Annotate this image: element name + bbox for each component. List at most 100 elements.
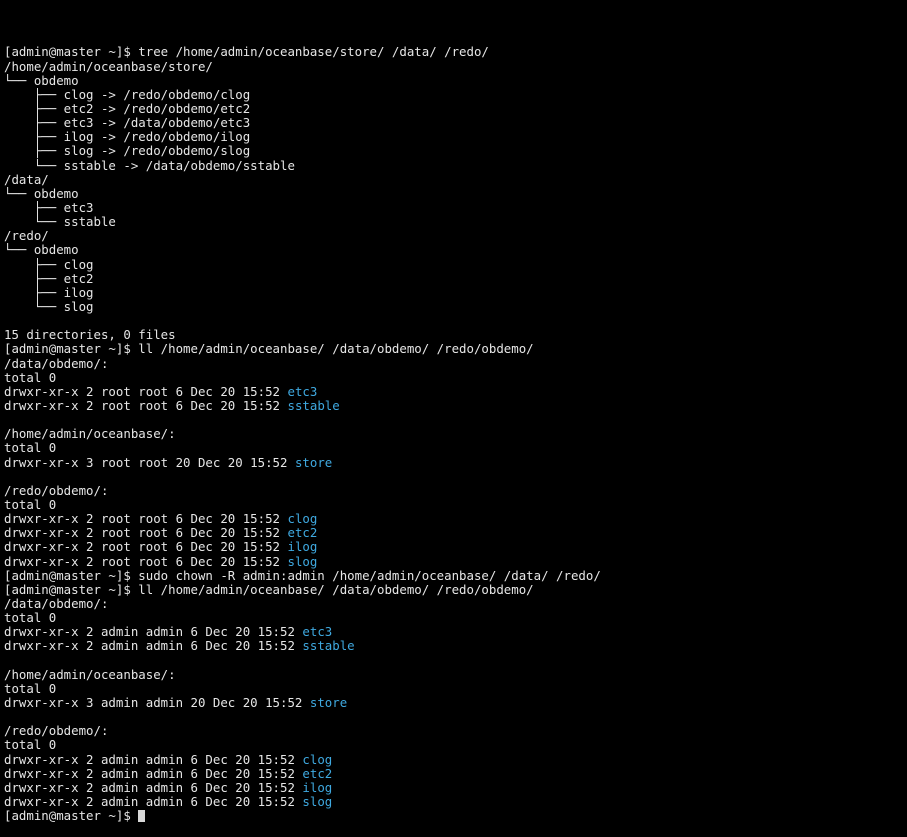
line-text: [admin@master ~]$ ll /home/admin/oceanba… xyxy=(4,342,534,357)
terminal-line: drwxr-xr-x 2 admin admin 6 Dec 20 15:52 … xyxy=(4,767,907,781)
line-text: drwxr-xr-x 2 admin admin 6 Dec 20 15:52 xyxy=(4,625,303,640)
terminal-line: └── obdemo xyxy=(4,74,907,88)
terminal-line: /home/admin/oceanbase/: xyxy=(4,427,907,441)
terminal-line: total 0 xyxy=(4,611,907,625)
line-text: ├── ilog xyxy=(4,285,94,300)
terminal-line: ├── clog xyxy=(4,258,907,272)
line-text: /data/obdemo/: xyxy=(4,596,109,611)
terminal-line: drwxr-xr-x 2 root root 6 Dec 20 15:52 sl… xyxy=(4,555,907,569)
line-text: drwxr-xr-x 2 admin admin 6 Dec 20 15:52 xyxy=(4,780,303,795)
terminal-line: └── sstable xyxy=(4,215,907,229)
line-text: [admin@master ~]$ ll /home/admin/oceanba… xyxy=(4,582,534,597)
terminal-line: ├── etc3 xyxy=(4,201,907,215)
line-text: drwxr-xr-x 2 admin admin 6 Dec 20 15:52 xyxy=(4,752,303,767)
terminal-output[interactable]: [admin@master ~]$ tree /home/admin/ocean… xyxy=(0,0,907,823)
line-text: [admin@master ~]$ sudo chown -R admin:ad… xyxy=(4,568,601,583)
line-text: 15 directories, 0 files xyxy=(4,328,176,343)
line-text: /home/admin/oceanbase/: xyxy=(4,667,176,682)
terminal-line: drwxr-xr-x 2 root root 6 Dec 20 15:52 ss… xyxy=(4,399,907,413)
directory-name: etc3 xyxy=(302,625,333,640)
terminal-line: /data/obdemo/: xyxy=(4,357,907,371)
terminal-line: ├── etc2 -> /redo/obdemo/etc2 xyxy=(4,102,907,116)
line-text: /home/admin/oceanbase/: xyxy=(4,427,176,442)
line-text: drwxr-xr-x 2 root root 6 Dec 20 15:52 xyxy=(4,526,288,541)
line-text: /data/ xyxy=(4,172,49,187)
terminal-line: /redo/obdemo/: xyxy=(4,724,907,738)
terminal-line: total 0 xyxy=(4,441,907,455)
line-text: /redo/ xyxy=(4,229,49,244)
terminal-line: drwxr-xr-x 2 root root 6 Dec 20 15:52 et… xyxy=(4,526,907,540)
line-text: └── sstable xyxy=(4,215,116,230)
directory-name: store xyxy=(294,455,333,470)
line-text: └── sstable -> /data/obdemo/sstable xyxy=(4,158,295,173)
line-text: drwxr-xr-x 3 root root 20 Dec 20 15:52 xyxy=(4,455,295,470)
line-text: drwxr-xr-x 2 root root 6 Dec 20 15:52 xyxy=(4,398,288,413)
line-text: └── slog xyxy=(4,300,94,314)
text-cursor xyxy=(138,810,146,823)
terminal-line: drwxr-xr-x 3 admin admin 20 Dec 20 15:52… xyxy=(4,696,907,710)
line-text: drwxr-xr-x 2 admin admin 6 Dec 20 15:52 xyxy=(4,794,303,809)
directory-name: ilog xyxy=(302,780,333,795)
prompt-text: [admin@master ~]$ xyxy=(4,809,139,824)
terminal-line: └── sstable -> /data/obdemo/sstable xyxy=(4,159,907,173)
terminal-line: drwxr-xr-x 2 root root 6 Dec 20 15:52 et… xyxy=(4,385,907,399)
line-text: ├── ilog -> /redo/obdemo/ilog xyxy=(4,130,251,145)
line-text: ├── etc2 -> /redo/obdemo/etc2 xyxy=(4,102,251,117)
line-text: └── obdemo xyxy=(4,243,79,258)
terminal-line: └── obdemo xyxy=(4,187,907,201)
terminal-line: /home/admin/oceanbase/store/ xyxy=(4,60,907,74)
directory-name: clog xyxy=(302,752,333,767)
terminal-line: ├── etc2 xyxy=(4,272,907,286)
line-text: ├── etc3 xyxy=(4,201,94,216)
directory-name: etc2 xyxy=(287,526,318,541)
line-text: total 0 xyxy=(4,611,57,626)
terminal-line: ├── ilog -> /redo/obdemo/ilog xyxy=(4,130,907,144)
terminal-line: /home/admin/oceanbase/: xyxy=(4,668,907,682)
terminal-line: drwxr-xr-x 2 root root 6 Dec 20 15:52 il… xyxy=(4,540,907,554)
line-text: ├── clog -> /redo/obdemo/clog xyxy=(4,87,251,102)
line-text: drwxr-xr-x 2 root root 6 Dec 20 15:52 xyxy=(4,512,288,527)
line-text: drwxr-xr-x 2 root root 6 Dec 20 15:52 xyxy=(4,384,288,399)
line-text: drwxr-xr-x 2 root root 6 Dec 20 15:52 xyxy=(4,554,288,569)
line-text: drwxr-xr-x 2 admin admin 6 Dec 20 15:52 xyxy=(4,639,303,654)
line-text: [admin@master ~]$ tree /home/admin/ocean… xyxy=(4,45,489,60)
terminal-line: drwxr-xr-x 3 root root 20 Dec 20 15:52 s… xyxy=(4,456,907,470)
terminal-line: [admin@master ~]$ ll /home/admin/oceanba… xyxy=(4,342,907,356)
line-text: drwxr-xr-x 2 admin admin 6 Dec 20 15:52 xyxy=(4,766,303,781)
line-text: total 0 xyxy=(4,681,57,696)
line-text: drwxr-xr-x 3 admin admin 20 Dec 20 15:52 xyxy=(4,695,310,710)
terminal-prompt-line[interactable]: [admin@master ~]$ xyxy=(4,809,907,823)
directory-name: slog xyxy=(302,794,333,809)
terminal-line: total 0 xyxy=(4,682,907,696)
terminal-line: └── slog xyxy=(4,300,907,314)
line-text: total 0 xyxy=(4,441,57,456)
terminal-line: drwxr-xr-x 2 admin admin 6 Dec 20 15:52 … xyxy=(4,753,907,767)
line-text: /home/admin/oceanbase/store/ xyxy=(4,59,213,74)
line-text: ├── slog -> /redo/obdemo/slog xyxy=(4,144,251,159)
terminal-line: [admin@master ~]$ sudo chown -R admin:ad… xyxy=(4,569,907,583)
terminal-line: └── obdemo xyxy=(4,243,907,257)
terminal-line: [admin@master ~]$ tree /home/admin/ocean… xyxy=(4,45,907,59)
directory-name: etc3 xyxy=(287,384,318,399)
directory-name: clog xyxy=(287,512,318,527)
terminal-line: /redo/ xyxy=(4,229,907,243)
terminal-line: 15 directories, 0 files xyxy=(4,328,907,342)
terminal-line: drwxr-xr-x 2 admin admin 6 Dec 20 15:52 … xyxy=(4,639,907,653)
line-text: drwxr-xr-x 2 root root 6 Dec 20 15:52 xyxy=(4,540,288,555)
directory-name: sstable xyxy=(287,398,340,413)
terminal-line: drwxr-xr-x 2 admin admin 6 Dec 20 15:52 … xyxy=(4,625,907,639)
terminal-line: /redo/obdemo/: xyxy=(4,484,907,498)
terminal-line: /data/ xyxy=(4,173,907,187)
line-text: /redo/obdemo/: xyxy=(4,483,109,498)
terminal-line: drwxr-xr-x 2 admin admin 6 Dec 20 15:52 … xyxy=(4,781,907,795)
terminal-line: total 0 xyxy=(4,738,907,752)
line-text: total 0 xyxy=(4,738,57,753)
directory-name: ilog xyxy=(287,540,318,555)
line-text: └── obdemo xyxy=(4,186,79,201)
terminal-line: total 0 xyxy=(4,498,907,512)
